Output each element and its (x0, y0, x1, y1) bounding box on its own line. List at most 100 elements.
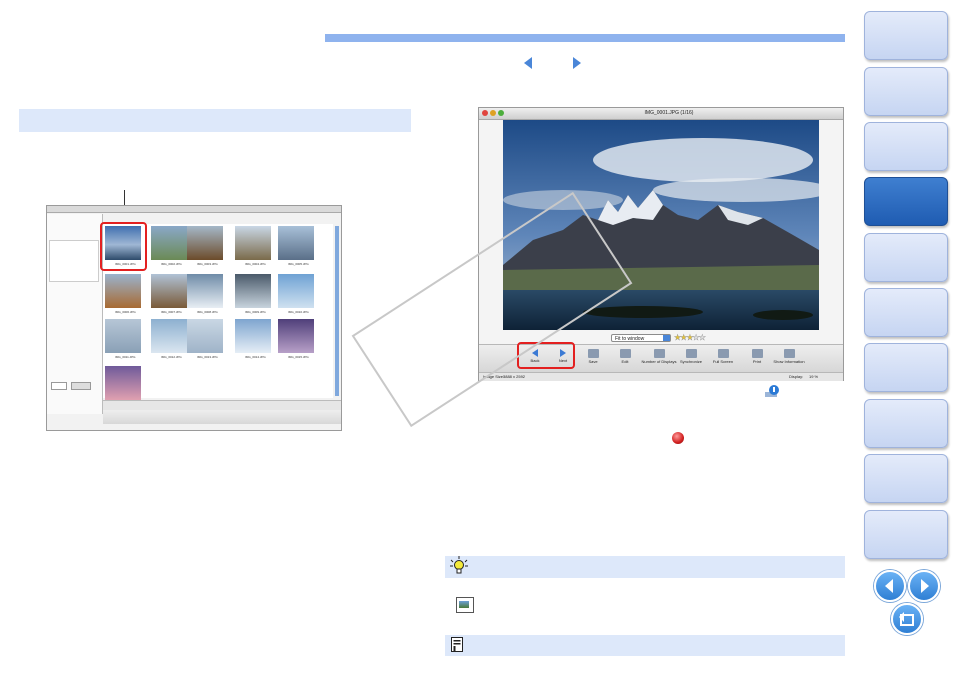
procedure-bar (19, 109, 411, 132)
show-information-button[interactable]: Show Information (771, 347, 807, 371)
next-arrow-icon (573, 57, 581, 69)
thumbnail[interactable] (151, 226, 187, 260)
star-icon[interactable]: ★ (698, 333, 706, 342)
thumbnail-caption: IMG_0004.JPG (245, 262, 266, 266)
full-screen-icon (717, 349, 729, 358)
save-label: Save (588, 359, 598, 364)
synchronize-button[interactable]: Synchronize (673, 347, 709, 371)
nav-tab-9[interactable] (864, 454, 948, 503)
thumbnail-caption: IMG_0012.JPG (161, 355, 182, 359)
folder-tree[interactable] (49, 240, 99, 282)
hint-bar (445, 556, 845, 578)
print-label: Print (752, 359, 762, 364)
thumbnail[interactable] (105, 366, 141, 400)
info-icon (783, 349, 795, 358)
thumbnail-caption: IMG_0003.JPG (197, 262, 218, 266)
nav-tab-3[interactable] (864, 122, 948, 171)
browser-sidebar (47, 214, 103, 414)
edit-icon (619, 349, 631, 358)
thumbnail-caption: IMG_0002.JPG (161, 262, 182, 266)
rating-stars[interactable]: ★★★★★ (674, 333, 706, 343)
thumbnail[interactable] (278, 274, 314, 308)
thumbnail-caption: IMG_0011.JPG (115, 355, 136, 359)
nav-tab-10[interactable] (864, 510, 948, 559)
show-information-label: Show Information (773, 359, 805, 364)
nav-tab-7[interactable] (864, 343, 948, 392)
thumbnail[interactable] (105, 319, 141, 353)
lightbulb-icon (450, 556, 468, 576)
thumbnail-caption: IMG_0007.JPG (161, 310, 182, 314)
zoom-button[interactable] (498, 110, 504, 116)
synchronize-icon (685, 349, 697, 358)
viewer-title: IMG_0001.JPG (1/16) (644, 110, 694, 116)
nav-tab-4[interactable] (864, 177, 948, 226)
nav-tab-8[interactable] (864, 399, 948, 448)
selected-thumbnail-highlight (100, 222, 147, 271)
browser-window: IMG_0001.JPG IMG_0002.JPG IMG_0003.JPG IMG_… (46, 205, 342, 431)
image-size-value: 3888 x 2592 (503, 374, 526, 379)
nav-tab-2[interactable] (864, 67, 948, 116)
thumbnail-caption: IMG_0015.JPG (288, 355, 309, 359)
thumbnail[interactable] (278, 319, 314, 353)
save-icon (587, 349, 599, 358)
print-button[interactable]: Print (739, 347, 775, 371)
thumbnail[interactable] (187, 226, 223, 260)
thumbnail-caption: IMG_0006.JPG (115, 310, 136, 314)
thumbnail[interactable] (105, 274, 141, 308)
thumbnail-caption: IMG_0005.JPG (288, 262, 309, 266)
arrow-left-icon (885, 579, 893, 593)
thumbnail-caption: IMG_0010.JPG (288, 310, 309, 314)
back-arrow-icon (524, 57, 532, 69)
return-icon (899, 612, 914, 626)
thumbnail[interactable] (235, 319, 271, 353)
thumbnail-caption: IMG_0009.JPG (245, 310, 266, 314)
close-button[interactable] (482, 110, 488, 116)
full-screen-label: Full Screen (712, 359, 734, 364)
viewer-titlebar: IMG_0001.JPG (1/16) (479, 108, 843, 120)
thumbnail[interactable] (235, 226, 271, 260)
return-button[interactable] (891, 603, 923, 635)
browser-scrollbar[interactable] (335, 226, 339, 396)
print-icon (751, 349, 763, 358)
note-icon (451, 637, 463, 652)
note-bar (445, 635, 845, 656)
thumbnail[interactable] (187, 274, 223, 308)
number-of-displays-label: Number of Displays (641, 359, 677, 364)
info-palette-icon (764, 384, 780, 398)
thumbnail[interactable] (278, 226, 314, 260)
fit-select-value: Fit to window (615, 336, 645, 342)
synchronize-label: Synchronize (679, 359, 702, 364)
add-button[interactable] (51, 382, 67, 390)
thumbnail[interactable] (151, 274, 187, 308)
viewer-window-icon (456, 597, 474, 613)
close-button-icon (672, 432, 684, 444)
display-value: 19 % (809, 374, 819, 379)
nav-tab-6[interactable] (864, 288, 948, 337)
viewer-statusbar: Image Size: 3888 x 2592 Display: 19 % (479, 372, 843, 381)
arrow-right-icon (921, 579, 929, 593)
edit-button[interactable]: Edit (607, 347, 643, 371)
section-rule (325, 34, 845, 42)
nav-tab-5[interactable] (864, 233, 948, 282)
displays-icon (653, 349, 665, 358)
browser-menubar (47, 206, 341, 213)
remove-button[interactable] (71, 382, 91, 390)
previous-page-button[interactable] (874, 570, 906, 602)
full-screen-button[interactable]: Full Screen (705, 347, 741, 371)
browser-toolbar (103, 410, 341, 424)
thumbnail-caption: IMG_0014.JPG (245, 355, 266, 359)
next-page-button[interactable] (908, 570, 940, 602)
thumbnail[interactable] (187, 319, 223, 353)
select-arrow-icon (663, 335, 670, 341)
display-label: Display: (789, 374, 804, 379)
number-of-displays-button[interactable]: Number of Displays (641, 347, 677, 371)
edit-label: Edit (621, 359, 629, 364)
nav-tab-1[interactable] (864, 11, 948, 60)
thumbnail-caption: IMG_0013.JPG (197, 355, 218, 359)
fit-select[interactable]: Fit to window (611, 334, 671, 342)
minimize-button[interactable] (490, 110, 496, 116)
thumbnail-caption: IMG_0008.JPG (197, 310, 218, 314)
thumbnail[interactable] (151, 319, 187, 353)
thumbnail[interactable] (235, 274, 271, 308)
save-button[interactable]: Save (575, 347, 611, 371)
